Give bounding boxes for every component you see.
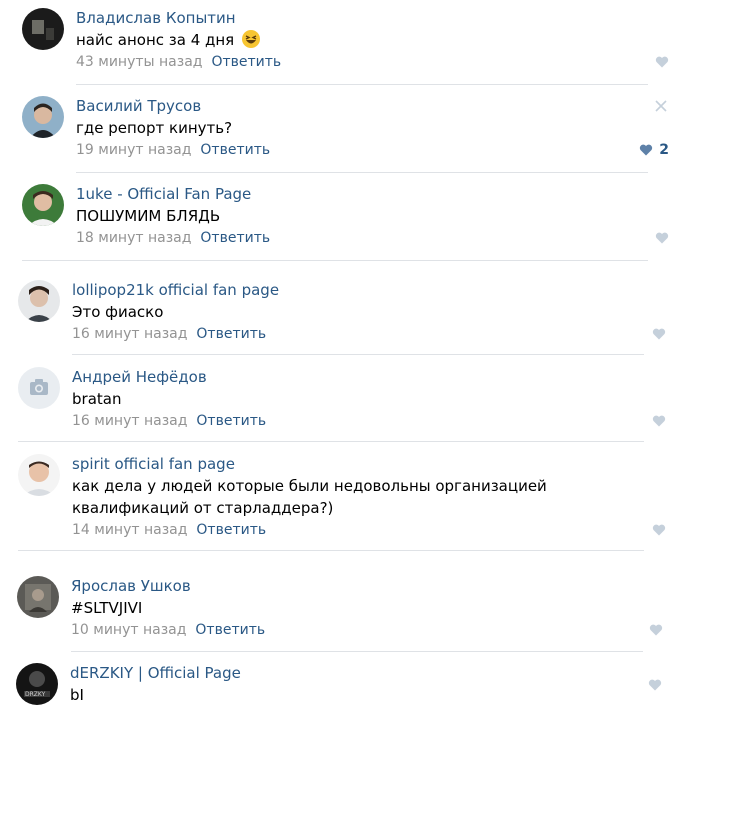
- close-icon[interactable]: [655, 100, 667, 112]
- reply-link[interactable]: Ответить: [200, 230, 270, 246]
- heart-icon: [649, 624, 663, 636]
- comment-text: найс анонс за 4 дня: [76, 29, 662, 51]
- comment-meta: 14 минут назад Ответить: [72, 520, 658, 540]
- comment-item: Василий Трусов где репорт кинуть? 19 мин…: [22, 96, 669, 160]
- comment-item: Андрей Нефёдов bratan 16 минут назад Отве…: [18, 367, 666, 431]
- heart-icon: [652, 328, 666, 340]
- comment-meta: 43 минуты назад Ответить: [76, 52, 662, 72]
- heart-icon: [652, 415, 666, 427]
- like-button[interactable]: [652, 520, 666, 540]
- svg-text:DRZKY: DRZKY: [25, 691, 46, 698]
- like-button[interactable]: [655, 52, 669, 72]
- comment-time[interactable]: 16 минут назад: [72, 413, 187, 429]
- avatar[interactable]: [22, 96, 64, 138]
- comment-author[interactable]: dERZKIY | Official Page: [70, 663, 656, 683]
- comment-meta: 16 минут назад Ответить: [72, 411, 658, 431]
- avatar[interactable]: [18, 454, 60, 496]
- like-button[interactable]: [655, 228, 669, 248]
- comment-item: spirit official fan page как дела у люде…: [18, 454, 666, 540]
- heart-icon: [648, 679, 662, 691]
- comment-item: Ярослав Ушков #SLTVJIVI 10 минут назад От…: [17, 576, 663, 640]
- reply-link[interactable]: Ответить: [196, 522, 266, 538]
- comment-meta: 10 минут назад Ответить: [71, 620, 657, 640]
- comment-time[interactable]: 18 минут назад: [76, 230, 191, 246]
- comment-text: ПОШУМИМ БЛЯДЬ: [76, 207, 221, 225]
- divider: [76, 84, 648, 85]
- like-button[interactable]: [648, 675, 662, 695]
- comment-text: где репорт кинуть?: [76, 119, 233, 137]
- divider: [18, 550, 644, 551]
- comment-author[interactable]: Василий Трусов: [76, 96, 662, 116]
- comment-author[interactable]: Владислав Копытин: [76, 8, 662, 28]
- comment-author[interactable]: Андрей Нефёдов: [72, 367, 658, 387]
- like-button[interactable]: [649, 620, 663, 640]
- comment-text: bratan: [72, 390, 122, 408]
- comment-meta: 19 минут назад Ответить: [76, 140, 662, 160]
- heart-icon: [655, 56, 669, 68]
- reply-link[interactable]: Ответить: [200, 142, 270, 158]
- like-button[interactable]: [652, 324, 666, 344]
- divider: [71, 651, 643, 652]
- reply-link[interactable]: Ответить: [196, 326, 266, 342]
- divider: [18, 441, 644, 442]
- divider: [76, 172, 648, 173]
- comment-item: 1uke - Official Fan Page ПОШУМИМ БЛЯДЬ 1…: [22, 184, 669, 248]
- heart-icon: [655, 232, 669, 244]
- comment-item: lollipop21k official fan page Это фиаско…: [18, 280, 666, 344]
- avatar[interactable]: [22, 184, 64, 226]
- comment-author[interactable]: 1uke - Official Fan Page: [76, 184, 662, 204]
- avatar[interactable]: [18, 280, 60, 322]
- comment-author[interactable]: spirit official fan page: [72, 454, 658, 474]
- comment-time[interactable]: 14 минут назад: [72, 522, 187, 538]
- reply-link[interactable]: Ответить: [195, 622, 265, 638]
- like-count: 2: [659, 142, 669, 158]
- comment-meta: 18 минут назад Ответить: [76, 228, 662, 248]
- laughing-emoji-icon: [241, 29, 261, 49]
- comment-meta: 16 минут назад Ответить: [72, 324, 658, 344]
- comment-time[interactable]: 16 минут назад: [72, 326, 187, 342]
- avatar[interactable]: [22, 8, 64, 50]
- heart-icon: [640, 144, 653, 156]
- comment-text: Это фиаско: [72, 303, 164, 321]
- comment-author[interactable]: lollipop21k official fan page: [72, 280, 658, 300]
- comment-time[interactable]: 10 минут назад: [71, 622, 186, 638]
- comment-text: bI: [70, 686, 84, 704]
- avatar[interactable]: [18, 367, 60, 409]
- avatar[interactable]: DRZKY: [16, 663, 58, 705]
- like-button[interactable]: 2: [639, 140, 669, 160]
- heart-icon: [652, 524, 666, 536]
- comment-text: #SLTVJIVI: [71, 599, 143, 617]
- divider: [72, 354, 644, 355]
- reply-link[interactable]: Ответить: [211, 54, 281, 70]
- like-button[interactable]: [652, 411, 666, 431]
- comment-item: DRZKY dERZKIY | Official Page bI: [16, 663, 662, 709]
- comment-time[interactable]: 43 минуты назад: [76, 54, 202, 70]
- reply-link[interactable]: Ответить: [196, 413, 266, 429]
- comment-author[interactable]: Ярослав Ушков: [71, 576, 657, 596]
- comment-time[interactable]: 19 минут назад: [76, 142, 191, 158]
- divider: [22, 260, 648, 261]
- avatar[interactable]: [17, 576, 59, 618]
- comment-item: Владислав Копытин найс анонс за 4 дня 43…: [22, 8, 669, 72]
- comment-text: как дела у людей которые были недовольны…: [72, 477, 547, 517]
